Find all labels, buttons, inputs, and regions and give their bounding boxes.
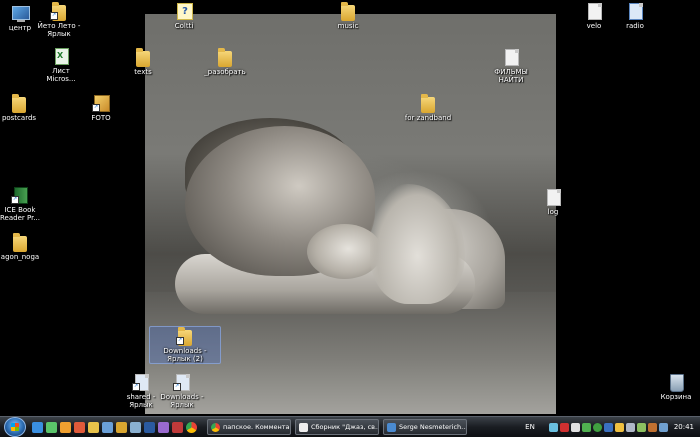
- desktop-icon-foto[interactable]: ↗ FOTO: [66, 94, 136, 122]
- desktop-icon-coltti[interactable]: ? Coltti: [149, 2, 219, 30]
- app-tray-icon[interactable]: [647, 422, 657, 432]
- mail-tray-icon[interactable]: [614, 422, 624, 432]
- ie-icon[interactable]: [32, 421, 43, 433]
- window-icon[interactable]: [130, 421, 141, 433]
- start-button[interactable]: [4, 417, 26, 437]
- desktop-icon-radio[interactable]: radio: [600, 2, 670, 30]
- clock[interactable]: 20:41: [674, 423, 694, 431]
- desktop-icon-excel-sheet[interactable]: Лист Micros...: [26, 47, 96, 83]
- task-label: папское. Коммента...: [223, 423, 291, 431]
- document-icon: ↗: [173, 373, 191, 391]
- shortcut-arrow-icon: ↗: [92, 104, 100, 112]
- taskbar: папское. Коммента... Сборник "Джаз, св..…: [0, 416, 700, 437]
- desktop-icon-log[interactable]: log: [518, 188, 588, 216]
- folder-icon[interactable]: [116, 421, 127, 433]
- desktop-icon-postcards[interactable]: postcards: [0, 94, 54, 122]
- folder-icon: [11, 233, 29, 252]
- volume-icon[interactable]: [625, 422, 635, 432]
- chrome-icon[interactable]: [186, 421, 197, 433]
- wallpaper-hand: [370, 184, 465, 304]
- folder-icon: [10, 94, 28, 113]
- desktop-icon-filmy-nayti[interactable]: ФИЛЬМЫ НАЙТИ: [476, 48, 546, 84]
- shortcut-arrow-icon: ↗: [11, 196, 19, 204]
- help-icon: ?: [175, 2, 193, 20]
- task-button-browser[interactable]: папское. Коммента...: [207, 419, 291, 435]
- document-icon: [544, 188, 562, 206]
- browser-icon[interactable]: [46, 421, 57, 433]
- task-button-player[interactable]: Сборник "Джаз, св...: [295, 419, 379, 435]
- desktop-icon-music[interactable]: music: [313, 2, 383, 30]
- quick-launch: [32, 421, 197, 433]
- chrome-icon: [211, 422, 220, 432]
- folder-icon: [339, 2, 357, 21]
- messenger-tray-icon[interactable]: [592, 422, 602, 432]
- shortcut-arrow-icon: ↗: [132, 383, 140, 391]
- system-tray: EN 20:41: [525, 417, 700, 437]
- folder-icon: [134, 48, 152, 67]
- update-icon[interactable]: [570, 422, 580, 432]
- document-icon: [502, 48, 520, 66]
- task-label: Serge Nesmeterich...: [399, 423, 467, 431]
- desktop-icon-for-zandband[interactable]: for zandband: [393, 94, 463, 122]
- window-icon: [387, 422, 396, 432]
- book-icon: ↗: [11, 186, 29, 204]
- media-icon[interactable]: [74, 421, 85, 433]
- desktop-icon-downloads[interactable]: ↗ Downloads - Ярлык: [147, 373, 217, 409]
- shortcut-arrow-icon: ↗: [50, 12, 58, 20]
- document-icon: [626, 2, 644, 20]
- messenger-icon[interactable]: [60, 421, 71, 433]
- desktop-icon-razobrat[interactable]: _разобрать: [190, 48, 260, 76]
- audio-icon[interactable]: [158, 421, 169, 433]
- tray-icons: [548, 422, 668, 432]
- antivirus-icon[interactable]: [559, 422, 569, 432]
- shortcut-arrow-icon: ↗: [176, 337, 184, 345]
- folder-icon: [419, 94, 437, 113]
- photo-folder-icon: ↗: [92, 94, 110, 112]
- task-button-window[interactable]: Serge Nesmeterich...: [383, 419, 467, 435]
- desktop-icon-texts[interactable]: texts: [108, 48, 178, 76]
- folder-icon: [216, 48, 234, 67]
- battery-icon[interactable]: [636, 422, 646, 432]
- player-icon: [299, 422, 308, 432]
- language-indicator[interactable]: EN: [525, 423, 535, 431]
- folder-icon: ↗: [50, 2, 68, 21]
- excel-icon: [52, 47, 70, 65]
- photoshop-icon[interactable]: [144, 421, 155, 433]
- explorer-icon[interactable]: [88, 421, 99, 433]
- download-icon[interactable]: [581, 422, 591, 432]
- shortcut-arrow-icon: ↗: [173, 383, 181, 391]
- task-label: Сборник "Джаз, св...: [311, 423, 379, 431]
- network-icon[interactable]: [548, 422, 558, 432]
- desktop-icon-agon-noga[interactable]: agon_noga: [0, 233, 55, 261]
- shield-icon[interactable]: [603, 422, 613, 432]
- display-tray-icon[interactable]: [658, 422, 668, 432]
- video-icon[interactable]: [172, 421, 183, 433]
- recycle-bin-icon: [667, 373, 685, 392]
- desktop-icon-downloads-2[interactable]: ↗ Downloads - Ярлык (2): [149, 326, 221, 364]
- mail-icon[interactable]: [102, 421, 113, 433]
- desktop-icon-recycle-bin[interactable]: Корзина: [641, 373, 700, 401]
- desktop-icon-ice-book-reader[interactable]: ↗ ICE Book Reader Pr...: [0, 186, 55, 222]
- folder-icon: ↗: [176, 327, 194, 346]
- desktop-icon-yeto-leto[interactable]: ↗ Йето Лето - Ярлык: [24, 2, 94, 38]
